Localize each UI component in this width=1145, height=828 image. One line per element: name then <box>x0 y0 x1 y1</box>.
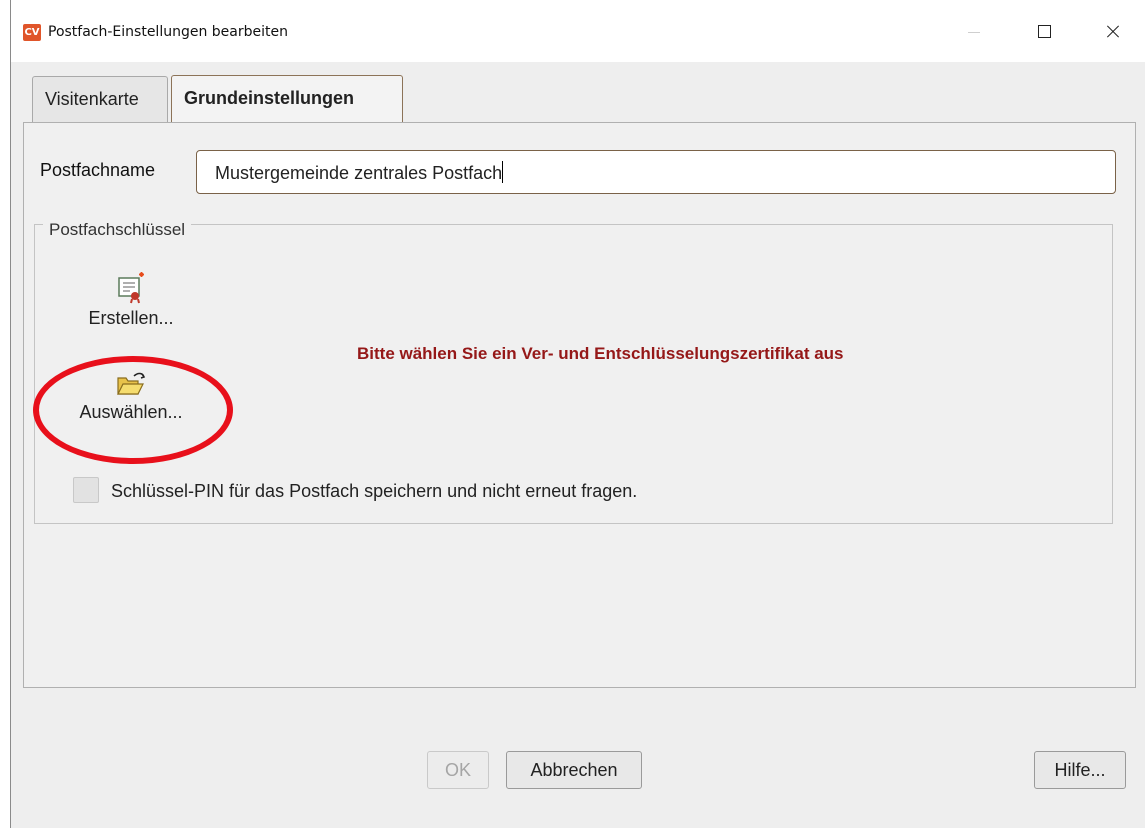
certificate-warning: Bitte wählen Sie ein Ver- und Entschlüss… <box>357 344 844 363</box>
tab-grundeinstellungen[interactable]: Grundeinstellungen <box>171 75 403 123</box>
ok-button[interactable]: OK <box>427 751 489 789</box>
app-logo-icon: CV <box>23 24 41 41</box>
group-legend: Postfachschlüssel <box>43 220 192 240</box>
tab-visitenkarte[interactable]: Visitenkarte <box>32 76 168 122</box>
save-pin-checkbox[interactable] <box>73 477 99 503</box>
close-button[interactable] <box>1089 14 1135 50</box>
certificate-new-icon <box>118 272 144 304</box>
postfachname-input[interactable]: Mustergemeinde zentrales Postfach <box>196 150 1116 194</box>
window-title: Postfach-Einstellungen bearbeiten <box>48 24 288 40</box>
postfachname-label: Postfachname <box>40 160 156 180</box>
maximize-button[interactable] <box>1021 14 1067 50</box>
postfachname-value: Mustergemeinde zentrales Postfach <box>215 163 503 183</box>
help-button[interactable]: Hilfe... <box>1034 751 1126 789</box>
create-key-label: Erstellen... <box>88 308 174 328</box>
minimize-button[interactable] <box>951 14 997 50</box>
create-key-button[interactable]: Erstellen... <box>71 270 191 329</box>
highlight-annotation-circle <box>33 356 233 464</box>
dialog-window: CV Postfach-Einstellungen bearbeiten Vis… <box>10 0 1145 828</box>
title-bar: CV Postfach-Einstellungen bearbeiten <box>11 0 1145 62</box>
text-caret <box>502 161 504 183</box>
save-pin-label: Schlüssel-PIN für das Postfach speichern… <box>111 481 638 501</box>
cancel-button[interactable]: Abbrechen <box>506 751 642 789</box>
